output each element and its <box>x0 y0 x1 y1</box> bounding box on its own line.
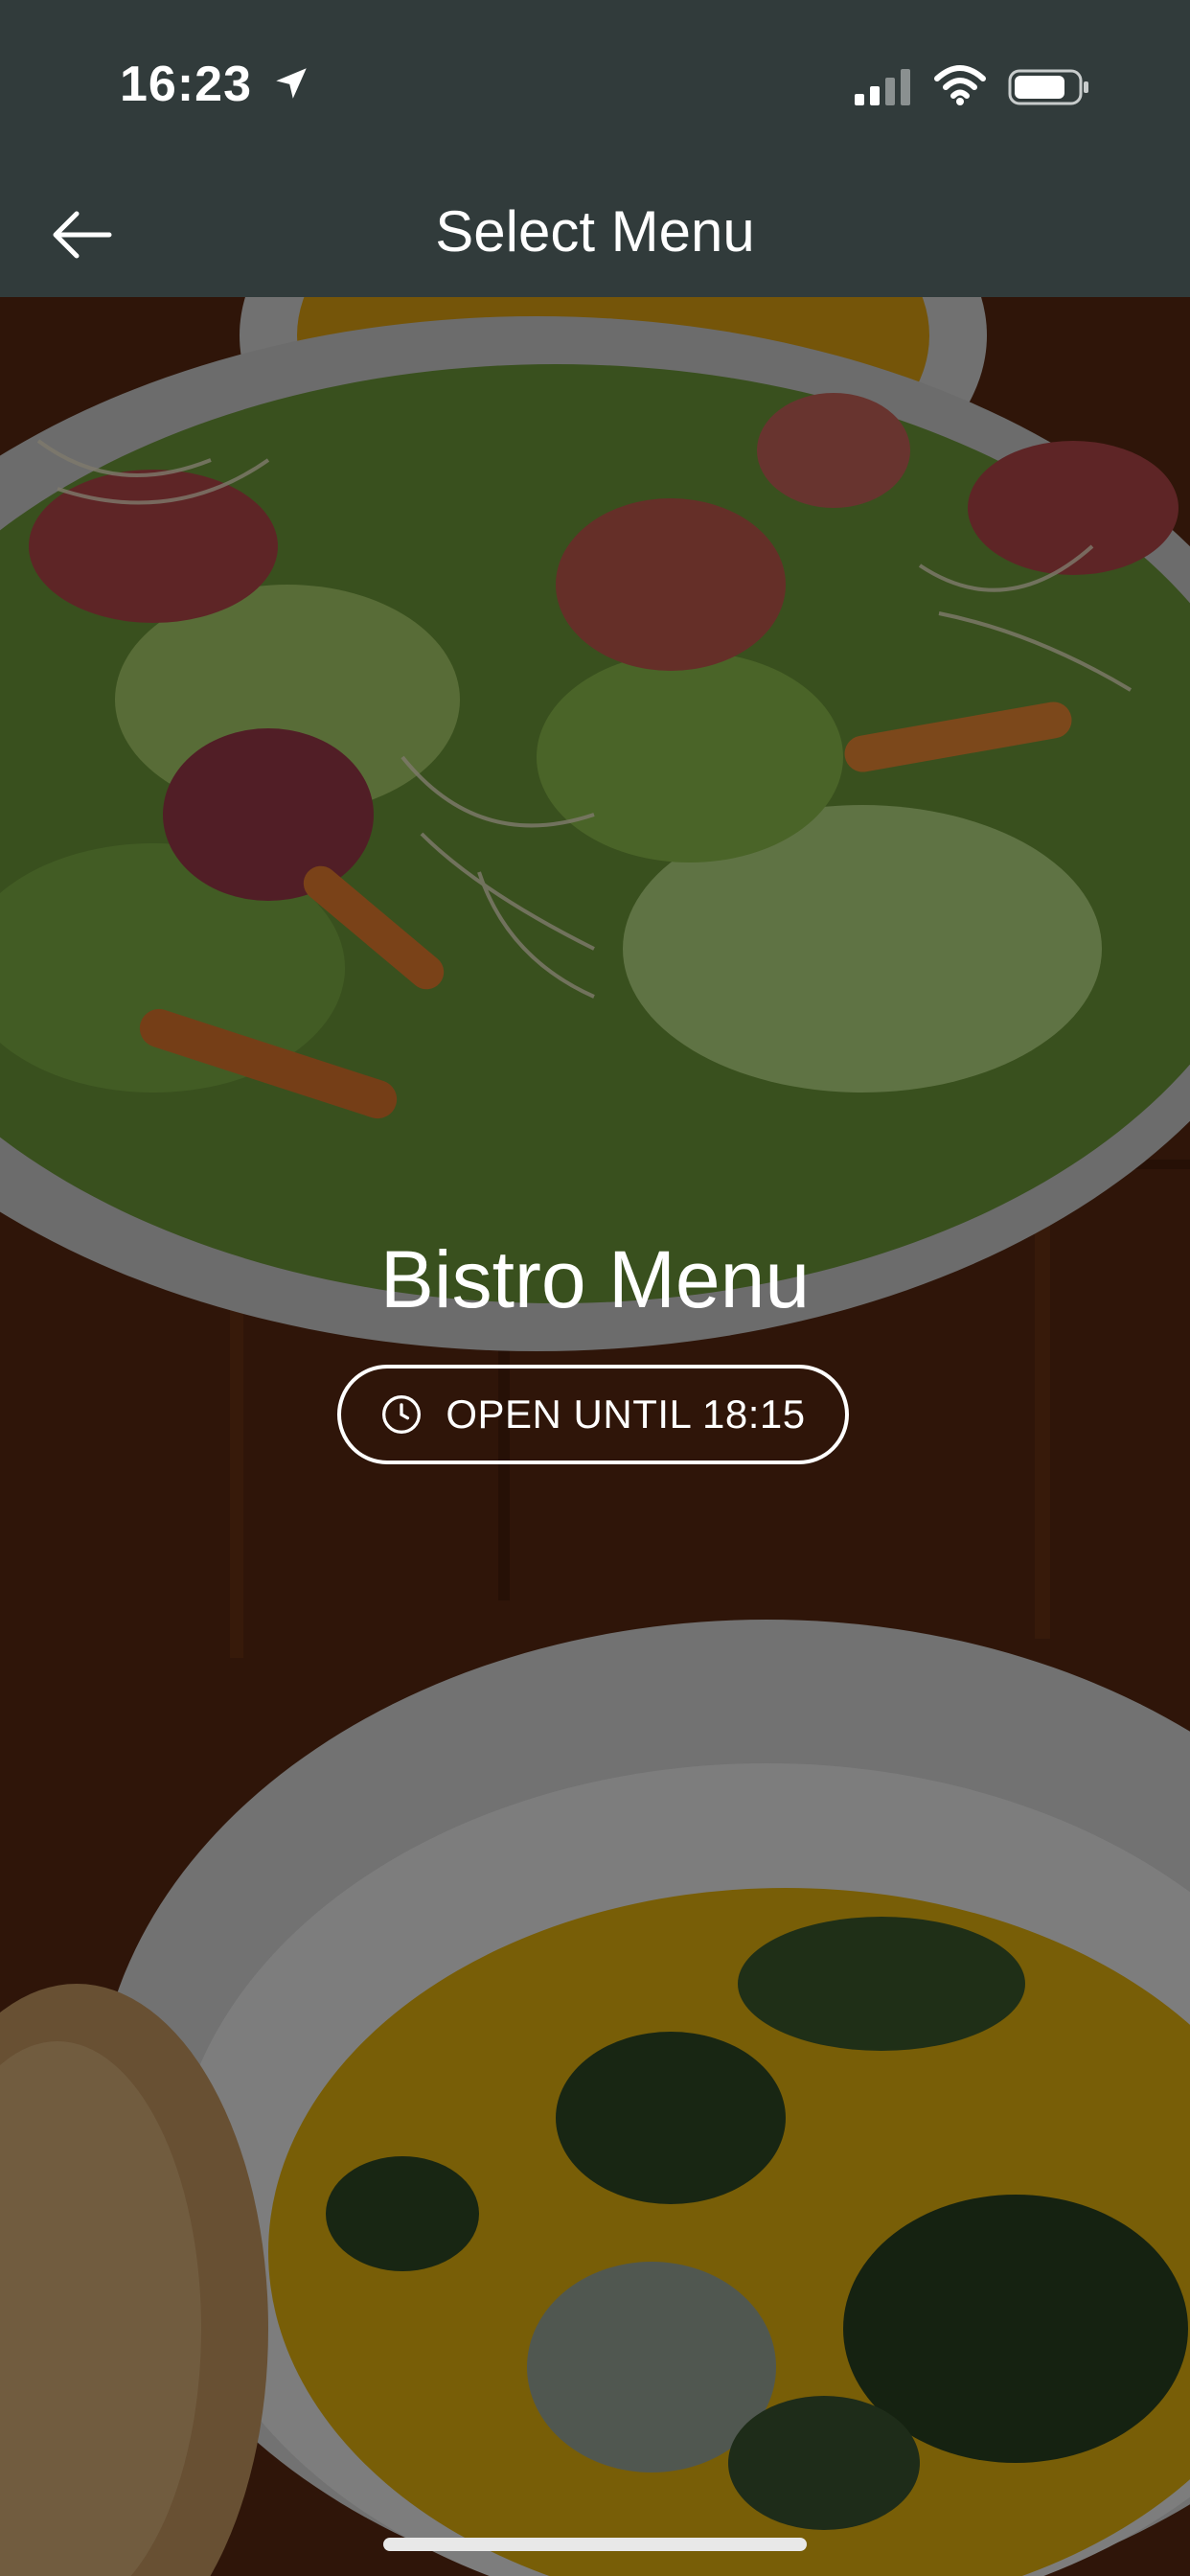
page-title: Select Menu <box>435 199 755 264</box>
bistro-menu-card[interactable]: Bistro Menu OPEN UNTIL 18:15 <box>0 297 1190 2576</box>
menu-title: Bistro Menu <box>379 1234 811 1324</box>
top-header: 16:23 Select Menu <box>0 0 1190 297</box>
navigation-bar: Select Menu <box>0 172 1190 297</box>
home-indicator[interactable] <box>383 2538 807 2551</box>
wifi-icon <box>934 65 986 105</box>
cellular-signal-icon <box>855 69 910 105</box>
status-bar: 16:23 <box>0 0 1190 172</box>
location-arrow-icon <box>276 68 307 99</box>
battery-icon <box>1008 69 1088 105</box>
status-time: 16:23 <box>120 57 252 112</box>
clock-icon <box>382 1395 422 1434</box>
opening-hours-label: OPEN UNTIL 18:15 <box>446 1392 806 1437</box>
opening-hours-badge: OPEN UNTIL 18:15 <box>337 1365 849 1464</box>
select-menu-screen: Bistro Menu OPEN UNTIL 18:15 16:23 Selec… <box>0 0 1190 2576</box>
